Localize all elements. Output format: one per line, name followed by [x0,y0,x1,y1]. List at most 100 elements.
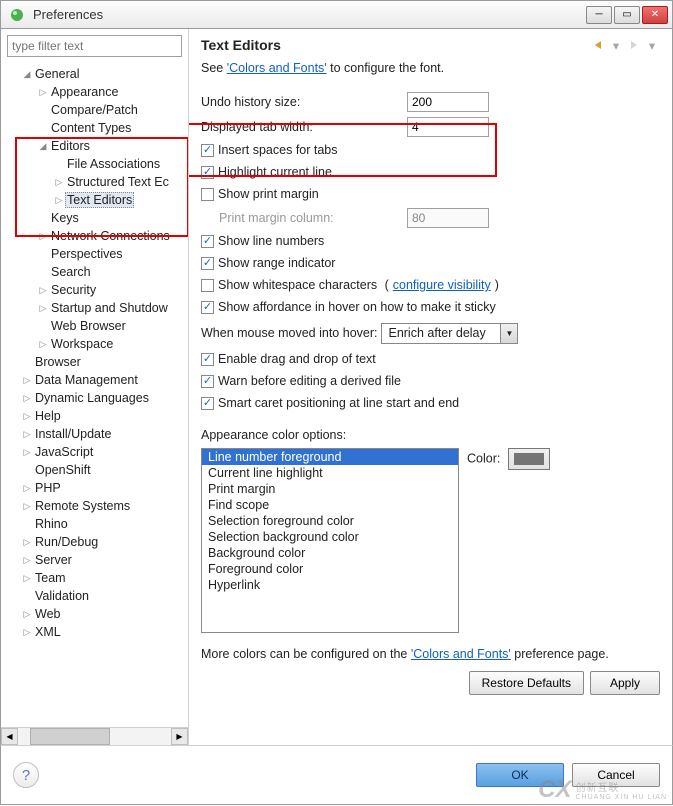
expand-icon[interactable]: ▷ [21,411,33,422]
tree-item-browser[interactable]: Browser [1,353,188,371]
expand-icon[interactable]: ▷ [21,483,33,494]
apply-button[interactable]: Apply [590,671,660,695]
tree-item-general[interactable]: ◢General [1,65,188,83]
tree-item-xml[interactable]: ▷XML [1,623,188,641]
tree-item-rundebug[interactable]: ▷Run/Debug [1,533,188,551]
nav-back-menu-icon[interactable]: ▾ [608,37,624,53]
expand-icon[interactable]: ▷ [53,177,65,188]
tree-item-team[interactable]: ▷Team [1,569,188,587]
highlight-line-checkbox[interactable] [201,166,214,179]
dnd-checkbox[interactable] [201,353,214,366]
list-item[interactable]: Print margin [202,481,458,497]
tree-item-perspectives[interactable]: Perspectives [1,245,188,263]
range-indicator-checkbox[interactable] [201,257,214,270]
close-button[interactable]: ✕ [642,6,668,24]
tree-item-network[interactable]: ▷Network Connections [1,227,188,245]
tree-item-data-management[interactable]: ▷Data Management [1,371,188,389]
color-picker-button[interactable] [508,448,550,470]
expand-icon[interactable]: ▷ [21,609,33,620]
whitespace-checkbox[interactable] [201,279,214,292]
tree-item-openshift[interactable]: OpenShift [1,461,188,479]
tree-item-structured-text[interactable]: ▷Structured Text Ec [1,173,188,191]
tree-item-remote[interactable]: ▷Remote Systems [1,497,188,515]
preferences-tree[interactable]: ◢General ▷Appearance Compare/Patch Conte… [1,63,188,643]
tree-item-content-types[interactable]: Content Types [1,119,188,137]
configure-visibility-link[interactable]: configure visibility [393,278,491,292]
expand-icon[interactable]: ▷ [37,87,49,98]
line-numbers-checkbox[interactable] [201,235,214,248]
colors-fonts-link[interactable]: 'Colors and Fonts' [227,61,327,75]
minimize-button[interactable]: ─ [586,6,612,24]
expand-icon[interactable]: ▷ [21,447,33,458]
list-item[interactable]: Selection foreground color [202,513,458,529]
tree-item-keys[interactable]: Keys [1,209,188,227]
tree-item-file-associations[interactable]: File Associations [1,155,188,173]
list-item[interactable]: Foreground color [202,561,458,577]
list-item[interactable]: Hyperlink [202,577,458,593]
tree-item-web[interactable]: ▷Web [1,605,188,623]
list-item[interactable]: Background color [202,545,458,561]
warn-derived-checkbox[interactable] [201,375,214,388]
expand-icon[interactable]: ▷ [21,429,33,440]
affordance-checkbox[interactable] [201,301,214,314]
tree-item-install[interactable]: ▷Install/Update [1,425,188,443]
tree-item-php[interactable]: ▷PHP [1,479,188,497]
list-item[interactable]: Selection background color [202,529,458,545]
spaces-for-tabs-checkbox[interactable] [201,144,214,157]
tree-item-workspace[interactable]: ▷Workspace [1,335,188,353]
scroll-track[interactable] [18,728,171,745]
expand-icon[interactable]: ▷ [21,501,33,512]
hover-select-value: Enrich after delay [382,324,500,343]
nav-forward-menu-icon[interactable]: ▾ [644,37,660,53]
tree-item-javascript[interactable]: ▷JavaScript [1,443,188,461]
tree-item-validation[interactable]: Validation [1,587,188,605]
expand-icon[interactable]: ▷ [37,303,49,314]
tree-item-security[interactable]: ▷Security [1,281,188,299]
nav-forward-icon[interactable] [626,37,642,53]
maximize-button[interactable]: ▭ [614,6,640,24]
print-margin-checkbox[interactable] [201,188,214,201]
expand-icon[interactable]: ▷ [37,231,49,242]
color-options-list[interactable]: Line number foreground Current line high… [201,448,459,633]
nav-back-icon[interactable] [590,37,606,53]
scroll-thumb[interactable] [30,728,110,745]
tree-item-appearance[interactable]: ▷Appearance [1,83,188,101]
list-item[interactable]: Current line highlight [202,465,458,481]
hover-select[interactable]: Enrich after delay ▼ [381,323,518,344]
smart-caret-checkbox[interactable] [201,397,214,410]
expand-icon[interactable]: ▷ [21,627,33,638]
expand-icon[interactable]: ▷ [37,285,49,296]
horizontal-scrollbar[interactable]: ◀ ▶ [1,727,188,745]
expand-icon[interactable]: ▷ [21,375,33,386]
undo-history-input[interactable] [407,92,489,112]
collapse-icon[interactable]: ◢ [21,69,33,80]
tree-item-compare[interactable]: Compare/Patch [1,101,188,119]
collapse-icon[interactable]: ◢ [37,141,49,152]
list-item[interactable]: Line number foreground [202,449,458,465]
expand-icon[interactable]: ▷ [37,339,49,350]
chevron-down-icon[interactable]: ▼ [500,324,517,343]
tree-item-rhino[interactable]: Rhino [1,515,188,533]
restore-defaults-button[interactable]: Restore Defaults [469,671,584,695]
print-margin-col-row: Print margin column: [201,205,660,230]
expand-icon[interactable]: ▷ [53,195,65,206]
expand-icon[interactable]: ▷ [21,555,33,566]
tree-item-dynamic-languages[interactable]: ▷Dynamic Languages [1,389,188,407]
tree-item-editors[interactable]: ◢Editors [1,137,188,155]
tree-item-server[interactable]: ▷Server [1,551,188,569]
list-item[interactable]: Find scope [202,497,458,513]
scroll-right-icon[interactable]: ▶ [171,728,188,745]
tree-item-help[interactable]: ▷Help [1,407,188,425]
tab-width-input[interactable] [407,117,489,137]
filter-input[interactable] [7,35,182,57]
tree-item-web-browser[interactable]: Web Browser [1,317,188,335]
help-button[interactable]: ? [13,762,39,788]
expand-icon[interactable]: ▷ [21,537,33,548]
expand-icon[interactable]: ▷ [21,393,33,404]
tree-item-startup[interactable]: ▷Startup and Shutdow [1,299,188,317]
tree-item-search[interactable]: Search [1,263,188,281]
scroll-left-icon[interactable]: ◀ [1,728,18,745]
tree-item-text-editors[interactable]: ▷Text Editors [1,191,188,209]
expand-icon[interactable]: ▷ [21,573,33,584]
colors-fonts-link-2[interactable]: 'Colors and Fonts' [411,647,511,661]
